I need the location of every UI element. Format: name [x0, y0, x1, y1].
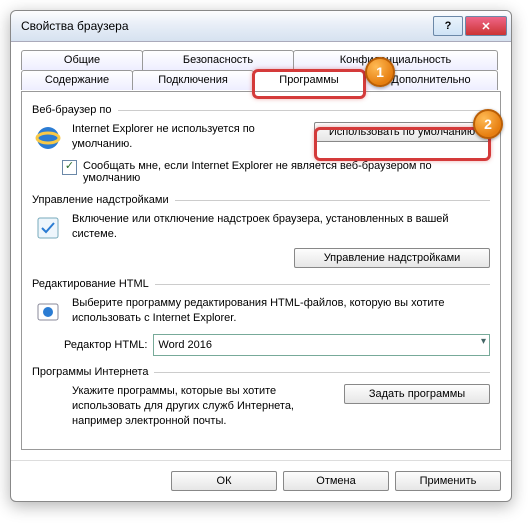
group-internet-programs: Программы Интернета Укажите программы, к… — [32, 366, 490, 429]
cancel-button[interactable]: Отмена — [283, 471, 389, 491]
close-button[interactable]: ✕ — [465, 16, 507, 36]
apply-button[interactable]: Применить — [395, 471, 501, 491]
group-addons: Управление надстройками Включение или от… — [32, 194, 490, 268]
help-button[interactable]: ? — [433, 16, 463, 36]
dialog-window: Свойства браузера ? ✕ Общие Безопасность… — [10, 10, 512, 502]
set-default-button[interactable]: Использовать по умолчанию — [314, 122, 490, 142]
group-title-programs: Программы Интернета — [32, 366, 154, 378]
tabstrip: Общие Безопасность Конфиденциальность Со… — [21, 50, 501, 92]
html-msg: Выберите программу редактирования HTML-ф… — [72, 296, 490, 326]
dialog-footer: ОК Отмена Применить — [11, 460, 511, 501]
tab-general[interactable]: Общие — [21, 50, 143, 70]
addons-msg: Включение или отключение надстроек брауз… — [72, 212, 490, 242]
group-title-addons: Управление надстройками — [32, 194, 175, 206]
marker-2: 2 — [473, 109, 503, 139]
addons-icon — [32, 212, 64, 244]
tab-connections[interactable]: Подключения — [132, 70, 254, 90]
notify-default-checkbox[interactable]: ✓ — [62, 160, 77, 175]
html-editor-label: Редактор HTML: — [64, 339, 147, 351]
group-web-browser: Веб-браузер по Internet Explorer не испо… — [32, 104, 490, 184]
tab-panel: Веб-браузер по Internet Explorer не испо… — [21, 91, 501, 450]
group-title-html: Редактирование HTML — [32, 278, 155, 290]
set-programs-button[interactable]: Задать программы — [344, 384, 490, 404]
group-title-browser: Веб-браузер по — [32, 104, 118, 116]
dialog-content: Общие Безопасность Конфиденциальность Со… — [11, 42, 511, 460]
html-editor-icon — [32, 296, 64, 328]
manage-addons-button[interactable]: Управление надстройками — [294, 248, 490, 268]
tab-programs[interactable]: Программы — [253, 70, 365, 90]
programs-msg: Укажите программы, которые вы хотите исп… — [72, 384, 336, 429]
group-html-editing: Редактирование HTML Выберите программу р… — [32, 278, 490, 356]
titlebar[interactable]: Свойства браузера ? ✕ — [11, 11, 511, 42]
tab-privacy[interactable]: Конфиденциальность — [293, 50, 498, 70]
marker-1: 1 — [365, 57, 395, 87]
tab-content[interactable]: Содержание — [21, 70, 133, 90]
tab-security[interactable]: Безопасность — [142, 50, 294, 70]
ok-button[interactable]: ОК — [171, 471, 277, 491]
spacer-icon — [32, 384, 64, 416]
window-title: Свойства браузера — [21, 19, 431, 33]
html-editor-select[interactable]: Word 2016 — [153, 334, 490, 356]
ie-icon — [32, 122, 64, 154]
browser-default-msg: Internet Explorer не используется по умо… — [72, 122, 306, 152]
notify-default-label: Сообщать мне, если Internet Explorer не … — [83, 160, 490, 184]
